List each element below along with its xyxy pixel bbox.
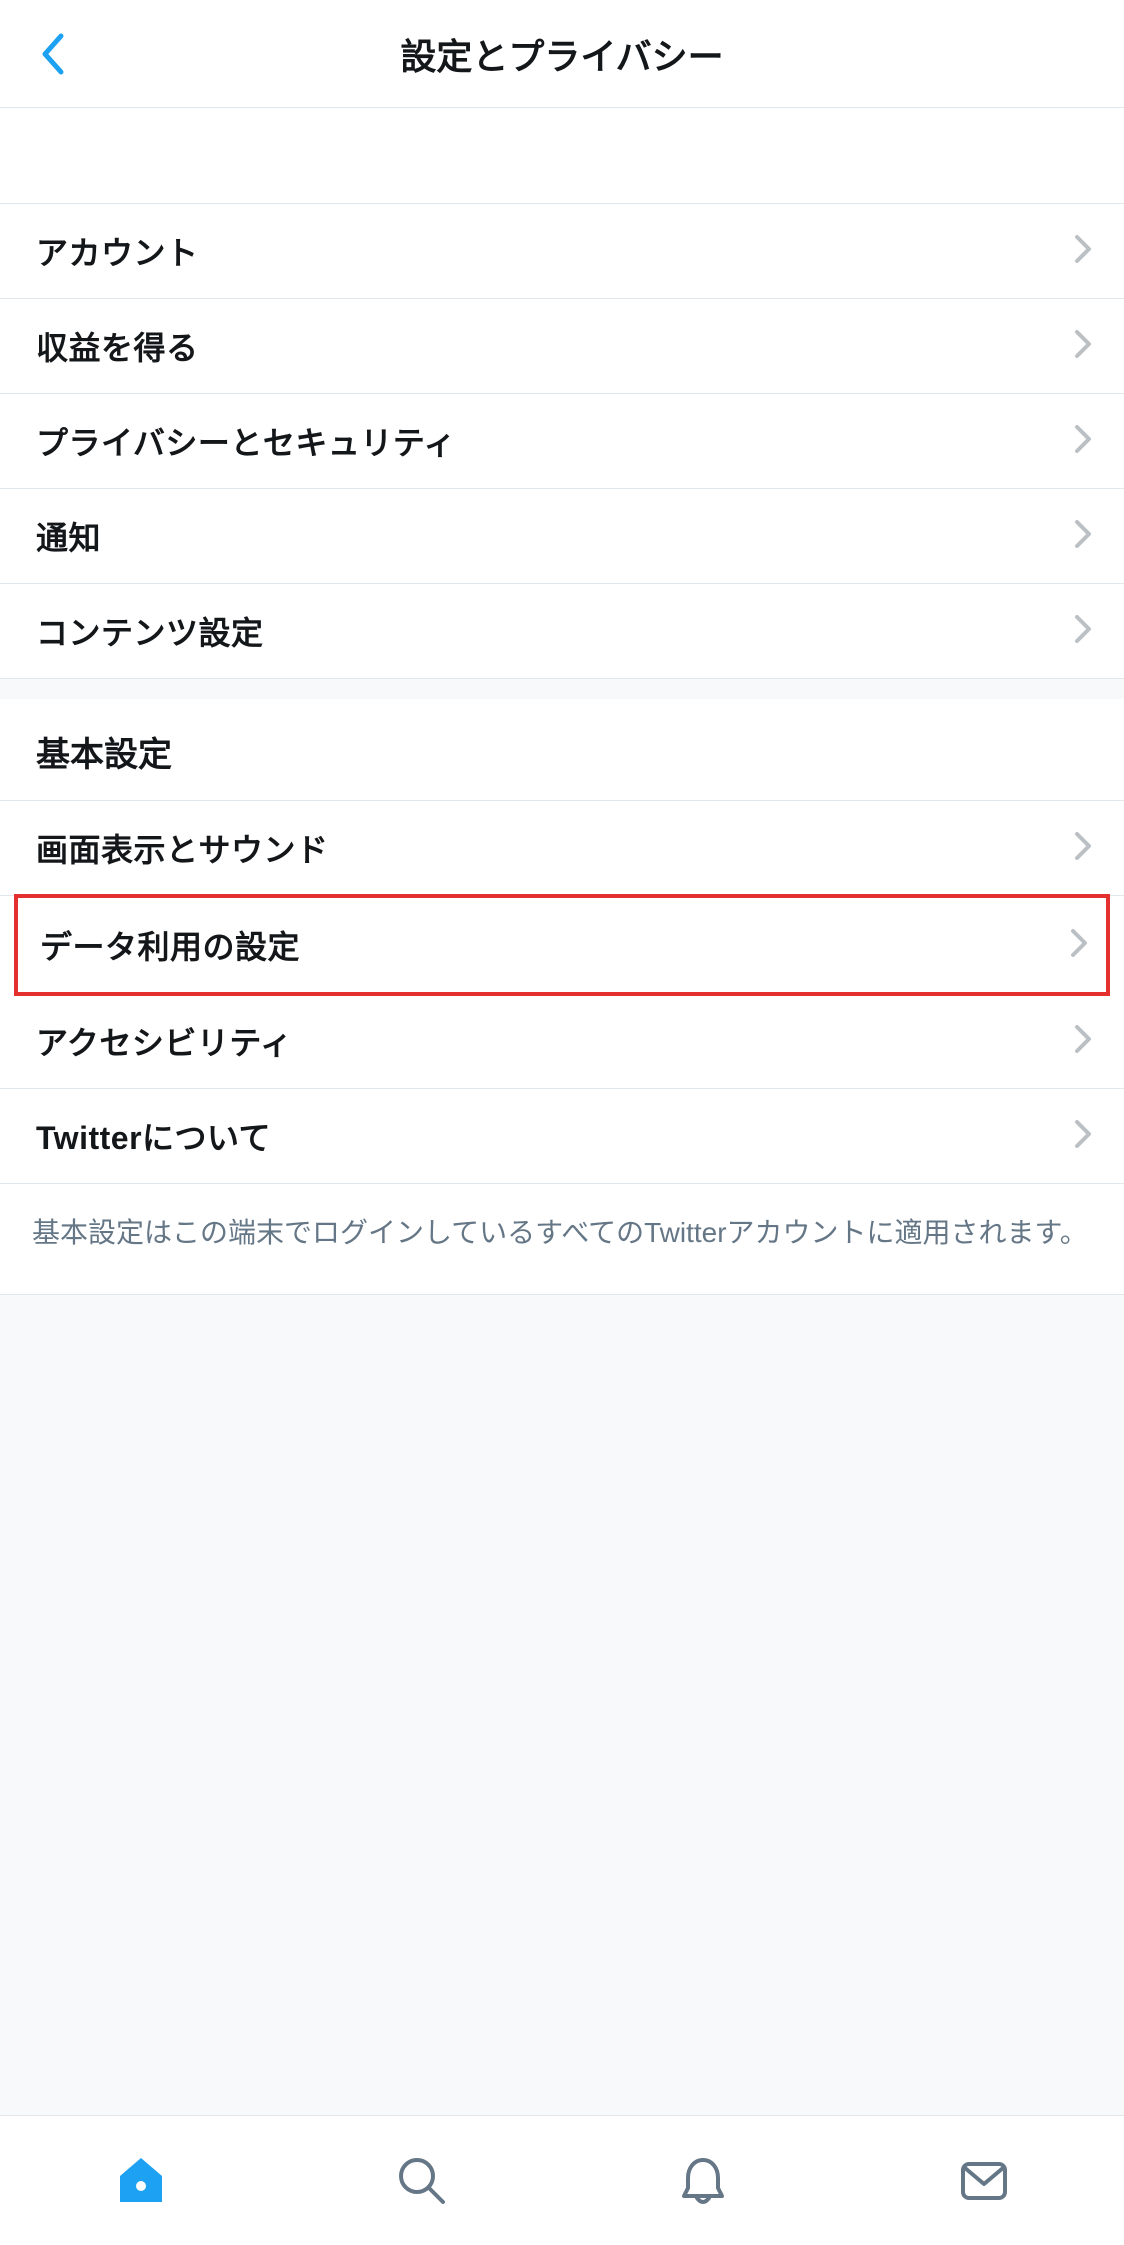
row-label: アクセシビリティ [36, 1018, 292, 1064]
row-label: コンテンツ設定 [36, 608, 264, 654]
home-icon [114, 2154, 168, 2208]
chevron-right-icon [1074, 614, 1092, 649]
row-content-preferences[interactable]: コンテンツ設定 [0, 584, 1124, 679]
row-notifications[interactable]: 通知 [0, 489, 1124, 584]
page-title: 設定とプライバシー [0, 28, 1124, 80]
tab-notifications[interactable] [653, 2131, 753, 2231]
chevron-right-icon [1074, 234, 1092, 269]
row-label: 収益を得る [36, 323, 199, 369]
section-account: アカウント 収益を得る プライバシーとセキュリティ 通知 コンテンツ設定 [0, 204, 1124, 679]
header: 設定とプライバシー [0, 0, 1124, 108]
chevron-right-icon [1074, 1024, 1092, 1059]
tab-messages[interactable] [934, 2131, 1034, 2231]
row-monetization[interactable]: 収益を得る [0, 299, 1124, 394]
spacer [0, 108, 1124, 204]
row-data-usage[interactable]: データ利用の設定 [14, 894, 1110, 996]
section-title: 基本設定 [0, 699, 1124, 801]
row-label: アカウント [36, 228, 199, 274]
chevron-right-icon [1074, 519, 1092, 554]
tab-bar [0, 2115, 1124, 2245]
mail-icon [957, 2154, 1011, 2208]
chevron-right-icon [1074, 329, 1092, 364]
chevron-right-icon [1070, 928, 1088, 963]
row-label: 通知 [36, 513, 101, 559]
row-label: プライバシーとセキュリティ [36, 418, 456, 464]
search-icon [395, 2154, 449, 2208]
row-about[interactable]: Twitterについて [0, 1089, 1124, 1184]
row-label: データ利用の設定 [40, 922, 300, 968]
footer-note: 基本設定はこの端末でログインしているすべてのTwitterアカウントに適用されま… [0, 1184, 1124, 1295]
section-general: 基本設定 画面表示とサウンド データ利用の設定 アクセシビリティ Twitter… [0, 699, 1124, 1295]
row-privacy-security[interactable]: プライバシーとセキュリティ [0, 394, 1124, 489]
chevron-right-icon [1074, 1119, 1092, 1154]
tab-search[interactable] [372, 2131, 472, 2231]
row-accessibility[interactable]: アクセシビリティ [0, 994, 1124, 1089]
row-display-sound[interactable]: 画面表示とサウンド [0, 801, 1124, 896]
chevron-left-icon [39, 32, 65, 76]
row-label: Twitterについて [36, 1113, 271, 1159]
row-label: 画面表示とサウンド [36, 825, 329, 871]
back-button[interactable] [28, 30, 76, 78]
row-account[interactable]: アカウント [0, 204, 1124, 299]
bell-icon [676, 2154, 730, 2208]
chevron-right-icon [1074, 424, 1092, 459]
chevron-right-icon [1074, 831, 1092, 866]
tab-home[interactable] [91, 2131, 191, 2231]
